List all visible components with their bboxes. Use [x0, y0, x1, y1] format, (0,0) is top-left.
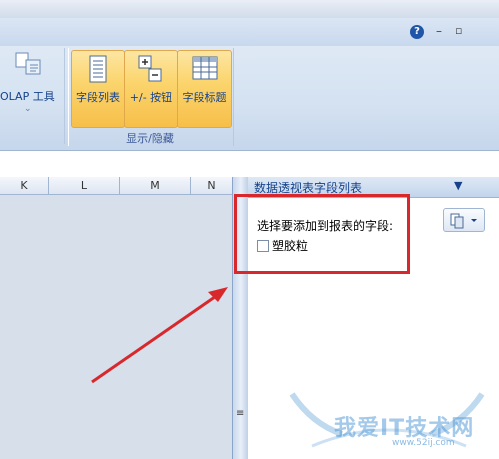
watermark-url: www.52ij.com: [392, 438, 455, 448]
